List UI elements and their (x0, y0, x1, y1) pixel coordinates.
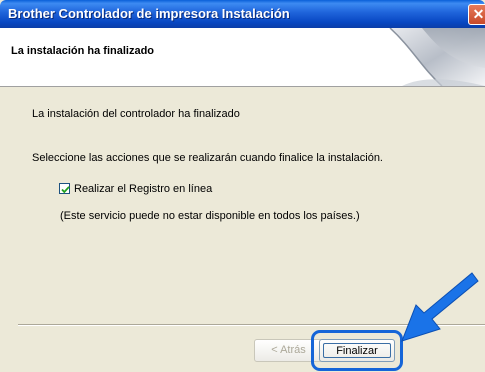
wizard-content: La instalación del controlador ha finali… (0, 87, 485, 372)
completion-message: La instalación del controlador ha finali… (32, 108, 240, 120)
online-registration-checkbox[interactable] (59, 183, 70, 194)
installer-window: Brother Controlador de impresora Instala… (0, 0, 485, 372)
wizard-header: La instalación ha finalizado (0, 28, 485, 87)
service-availability-note: (Este servicio puede no estar disponible… (60, 210, 360, 222)
instructions-text: Seleccione las acciones que se realizará… (32, 152, 383, 164)
online-registration-label[interactable]: Realizar el Registro en línea (74, 183, 212, 195)
window-title: Brother Controlador de impresora Instala… (8, 6, 290, 21)
close-button[interactable]: ✕ (468, 4, 485, 25)
header-title: La instalación ha finalizado (11, 45, 155, 57)
pointer-arrow-icon (401, 272, 479, 342)
close-icon: ✕ (472, 6, 485, 22)
page-curl-graphic-icon (389, 28, 485, 86)
checkmark-icon (61, 186, 70, 194)
title-bar[interactable]: Brother Controlador de impresora Instala… (0, 0, 485, 28)
